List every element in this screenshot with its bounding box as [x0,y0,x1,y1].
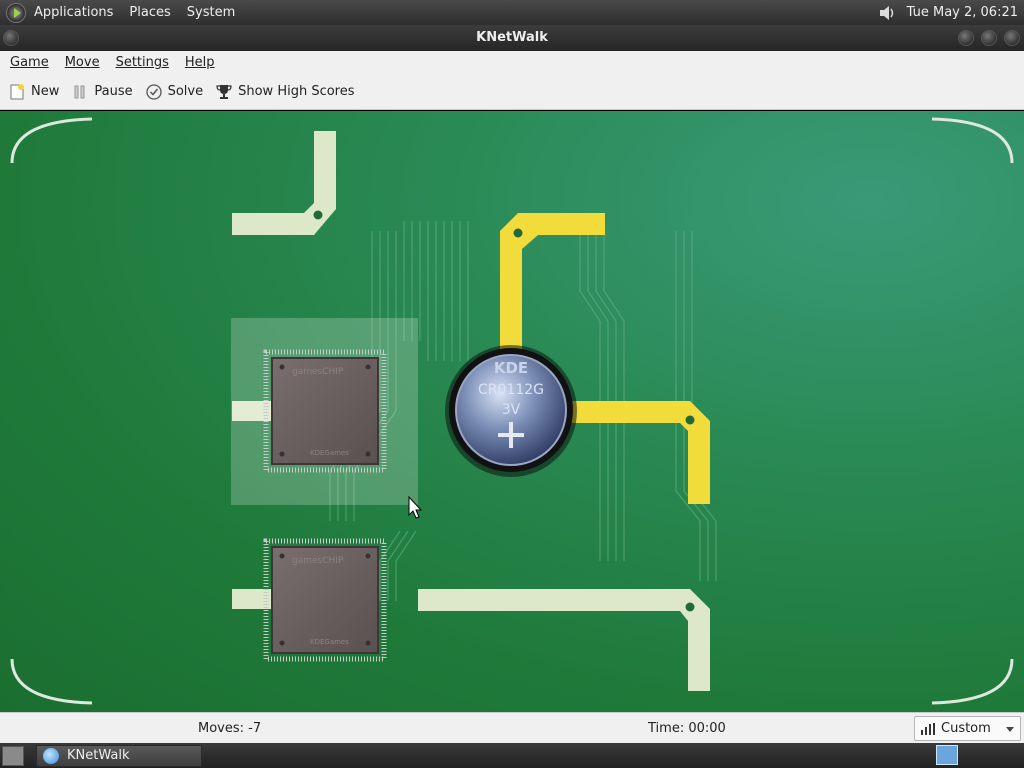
server-battery: KDE CR0112G 3V [445,345,577,477]
computer-chip-2: gamesCHIP KDEGames [263,538,387,662]
server-label: KDE [494,359,528,377]
volume-icon[interactable] [877,4,899,22]
applications-menu[interactable]: Applications [26,5,121,20]
computer-chip-1: gamesCHIP KDEGames [263,349,387,473]
frame-corner-top-left [10,117,93,164]
show-desktop-button[interactable] [2,745,24,766]
menu-move[interactable]: Move [57,55,108,70]
frame-corner-top-right [931,117,1014,164]
close-button[interactable] [1004,30,1020,46]
toolbar: New Pause Solve Show High Scores [0,74,1024,110]
chip-label: KDEGames [310,449,349,457]
cable-bottom-right [418,589,710,691]
server-label: 3V [502,402,521,418]
time-display: Time: 00:00 [648,721,726,736]
chip-label: KDEGames [310,638,349,646]
bottom-taskbar: KNetWalk [0,743,1024,768]
menu-settings[interactable]: Settings [108,55,177,70]
minimize-button[interactable] [958,30,974,46]
top-panel: Applications Places System Tue May 2, 06… [0,0,1024,25]
menu-game[interactable]: Game [2,55,57,70]
checkmark-icon [145,83,162,100]
gnome-menu-icon[interactable] [6,2,26,23]
show-high-scores-button[interactable]: Show High Scores [213,78,364,106]
difficulty-value: Custom [941,721,991,736]
menubar: Game Move Settings Help [0,51,1024,74]
pause-icon [74,85,85,98]
trophy-icon [216,84,232,99]
window-menu-button[interactable] [3,30,19,46]
chip-label: gamesCHIP [292,367,344,377]
board-canvas: gamesCHIP KDEGames gamesCHIP KDEGames KD… [10,117,1014,705]
connector-dot [682,412,698,428]
window-title: KNetWalk [476,30,548,45]
game-board[interactable]: gamesCHIP KDEGames gamesCHIP KDEGames KD… [0,111,1024,712]
pause-button[interactable]: Pause [69,78,142,106]
window-titlebar[interactable]: KNetWalk [0,25,1024,51]
places-menu[interactable]: Places [121,5,178,20]
server-label: CR0112G [478,382,544,398]
chevron-down-icon [1006,727,1014,732]
connector-dot [310,207,326,223]
chip-label: gamesCHIP [292,556,344,566]
menu-help[interactable]: Help [177,55,223,70]
connector-dot [510,225,526,241]
moves-counter: Moves: -7 [198,721,262,736]
new-button[interactable]: New [6,78,69,106]
system-menu[interactable]: System [179,5,243,20]
workspace-switcher[interactable] [936,745,958,765]
statusbar: Moves: -7 Time: 00:00 Custom [0,712,1024,743]
clock[interactable]: Tue May 2, 06:21 [903,5,1024,20]
frame-corner-bottom-right [931,658,1014,705]
new-document-icon [10,83,24,99]
difficulty-select[interactable]: Custom [914,716,1021,741]
connector-dot [682,599,698,615]
frame-corner-bottom-left [10,658,93,705]
knetwalk-icon [43,747,59,764]
solve-button[interactable]: Solve [143,78,214,106]
maximize-button[interactable] [981,30,997,46]
difficulty-bars-icon [921,722,935,735]
taskbar-item-knetwalk[interactable]: KNetWalk [36,744,202,767]
